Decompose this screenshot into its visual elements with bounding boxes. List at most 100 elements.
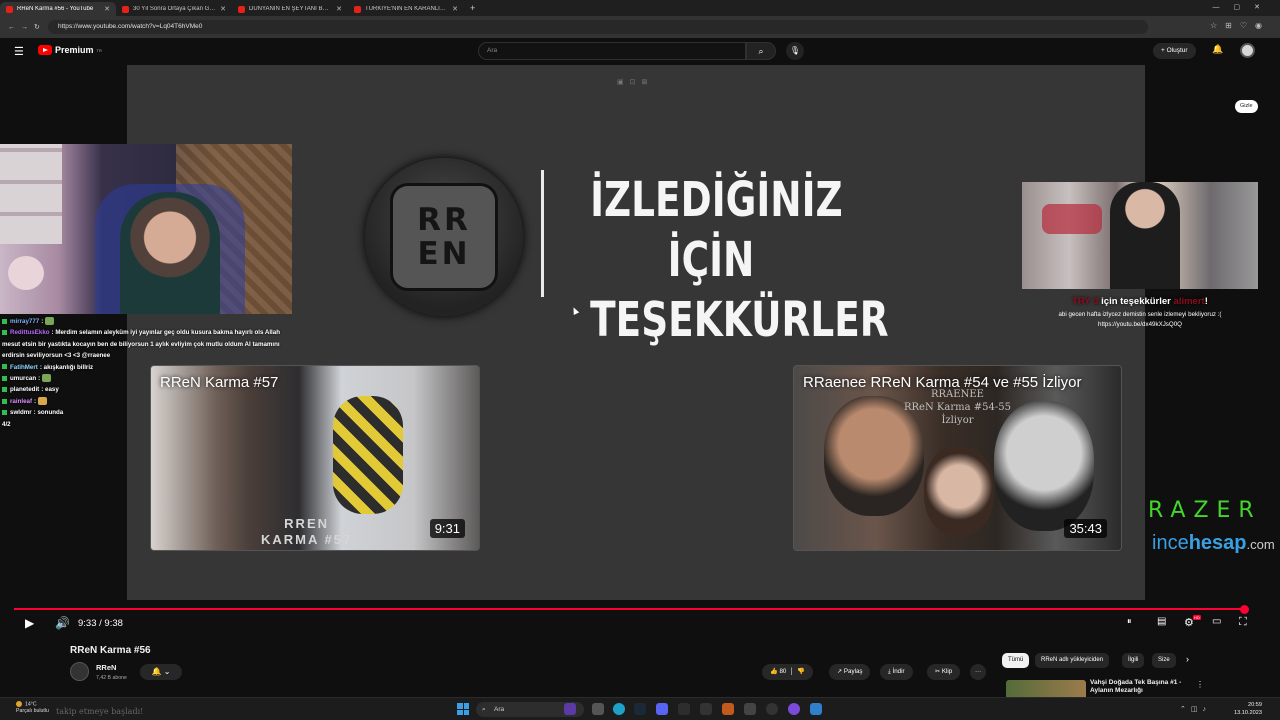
subtitles-icon[interactable]: ▤ [1157,616,1166,627]
url-field[interactable]: https://www.youtube.com/watch?v=Lq04T6hV… [48,20,1148,34]
create-button[interactable]: + Oluştur [1153,43,1196,59]
close-tab-icon[interactable]: ✕ [336,5,342,13]
chevron-right-icon[interactable]: › [1186,654,1189,664]
notifications-bell-icon[interactable]: 🔔 [1212,44,1223,55]
close-tab-icon[interactable]: ✕ [220,5,226,13]
share-icon: ↗ [837,668,844,675]
youtube-favicon-icon [354,5,361,13]
extension-icons[interactable]: ☆⊞♡◉ [1210,21,1270,30]
thumbs-up-icon: 👍 [770,668,778,675]
thumbnail-watermark: RRAENEE RReN Karma #54-55 İzliyor [904,389,1011,426]
search-icon: ⌕ [758,46,764,56]
webcam-overlay [0,144,292,314]
like-button[interactable]: 👍 80 │ 👎 [762,664,813,680]
search-input[interactable]: Ara [478,42,746,60]
weather-widget[interactable]: 14°C Parçalı bulutlu [16,701,49,715]
subscriber-count: 7,42 B abone [96,675,127,681]
player-controls: ▶ 🔊 9:33 / 9:38 ⏸ ▤ ⚙ HD ▭ ⛶ [0,612,1280,636]
thumbnail-face [924,446,994,536]
endcard-duration: 35:43 [1064,519,1107,538]
system-tray[interactable]: ⌃◫♪ [1180,705,1211,713]
razer-logo: RAZER [1148,498,1262,523]
chip-related[interactable]: İlgili [1122,653,1145,668]
webcam-streamer [120,192,220,314]
taskbar-app-icon[interactable] [592,703,604,715]
chip-all[interactable]: Tümü [1002,653,1030,668]
steam-icon[interactable] [634,703,646,715]
emote-icon [42,374,52,383]
youtube-favicon-icon [6,5,13,13]
taskbar-app-icon[interactable] [564,703,576,715]
taskbar-app-icon[interactable] [810,703,822,715]
hd-badge: HD [1193,615,1201,620]
play-icon[interactable]: ▶ [25,616,34,630]
account-avatar[interactable] [1240,43,1255,58]
time-display: 9:33 / 9:38 [78,618,123,629]
endcard-duration: 9:31 [429,519,465,538]
progress-bar[interactable] [14,608,1244,610]
incehesap-logo: incehesap.com [1152,532,1275,554]
chat-badge-icon [2,318,7,324]
subscription-bell-button[interactable]: 🔔 ⌄ [140,664,182,680]
window-controls[interactable]: —▢✕ [1213,3,1274,11]
browser-tab-strip: RReN Karma #56 - YouTube ✕ 30 Yıl Sonra O… [0,0,1280,16]
mic-icon[interactable]: 🎙 [786,42,804,60]
jersey-image [333,396,403,514]
channel-name[interactable]: RReN [96,663,116,672]
chat-message: 4/2 [2,420,11,428]
chip-from-uploader[interactable]: RReN adlı yükleyiciden [1035,653,1110,668]
taskbar-app-icon[interactable] [678,703,690,715]
back-forward-reload-icon[interactable]: ←→↻ [8,23,44,31]
channel-avatar[interactable] [70,662,89,681]
endscreen-video-card-2[interactable]: RRAENEE RReN Karma #54-55 İzliyor RRaenee … [793,365,1122,551]
chat-badge-icon [2,364,7,370]
scissors-icon: ✂ [935,668,942,675]
chat-message: umurcan: [2,373,292,384]
taskbar-app-icon[interactable] [788,703,800,715]
windows-start-icon[interactable] [457,703,469,715]
thumbnail-watermark: RREN KARMA #57 [261,516,353,547]
search-button[interactable]: ⌕ [746,42,776,60]
edge-icon[interactable] [613,703,625,715]
youtube-play-icon [38,45,52,55]
tab-4[interactable]: TÜRKİYE'NİN EN KARANLIK SERİ✕ [348,2,464,16]
address-bar: ←→↻ https://www.youtube.com/watch?v=Lq04… [0,16,1280,38]
share-button[interactable]: ↗ Paylaş [829,664,871,680]
more-actions-button[interactable]: ··· [970,664,987,680]
close-tab-icon[interactable]: ✕ [104,5,110,13]
theater-mode-icon[interactable]: ▭ [1212,616,1221,627]
windows-taskbar: 14°C Parçalı bulutlu takip etmeye başladı… [0,697,1280,720]
autoplay-toggle-icon[interactable]: ⏸ [1127,616,1132,627]
clip-button[interactable]: ✂ Klip [927,664,961,680]
taskbar-clock[interactable]: 20:59 13.10.2023 [1212,701,1262,717]
more-vert-icon[interactable]: ⋮ [1196,680,1204,689]
chat-message: RedittusEkko: Merdim selamın aleyküm iyi… [2,329,280,360]
menu-icon[interactable]: ☰ [14,45,24,58]
discord-icon[interactable] [656,703,668,715]
recommended-title[interactable]: Vahşi Doğada Tek Başına #1 - Aylanın Mez… [1090,679,1190,695]
tab-2[interactable]: 30 Yıl Sonra Ortaya Çıkan Gerçek ✕ [116,2,232,16]
download-button[interactable]: ⤓ İndir [880,664,913,680]
chat-badge-icon [2,330,7,336]
chat-message: rainleaf: [2,396,292,407]
new-tab-button[interactable]: + [470,3,475,13]
tab-youtube-active[interactable]: RReN Karma #56 - YouTube ✕ [0,2,116,16]
taskbar-app-icon[interactable] [722,703,734,715]
tab-3[interactable]: DÜNYANIN EN ŞEYTANİ BANKA ✕ [232,2,348,16]
chat-message: planetedit: easy [2,384,292,395]
chat-overlay: mirray777: RedittusEkko: Merdim selamın … [2,316,292,430]
chip-for-you[interactable]: Size [1152,653,1176,668]
hide-overlay-button[interactable]: Gizle [1235,100,1258,113]
fullscreen-icon[interactable]: ⛶ [1239,616,1247,629]
chat-badge-icon [2,375,7,381]
close-tab-icon[interactable]: ✕ [452,5,458,13]
taskbar-app-icon[interactable] [744,703,756,715]
taskbar-app-icon[interactable] [700,703,712,715]
youtube-logo[interactable]: Premium TR [38,45,102,55]
chat-message: swldmr: sonunda [2,407,292,418]
volume-icon[interactable]: 🔊 [55,616,70,630]
obs-icon[interactable] [766,703,778,715]
chat-message: FatihMert: akışkanlığı billriz [2,362,292,373]
youtube-header: ☰ Premium TR Ara ⌕ 🎙 + Oluştur 🔔 [0,38,1280,65]
donation-person [1110,182,1180,289]
